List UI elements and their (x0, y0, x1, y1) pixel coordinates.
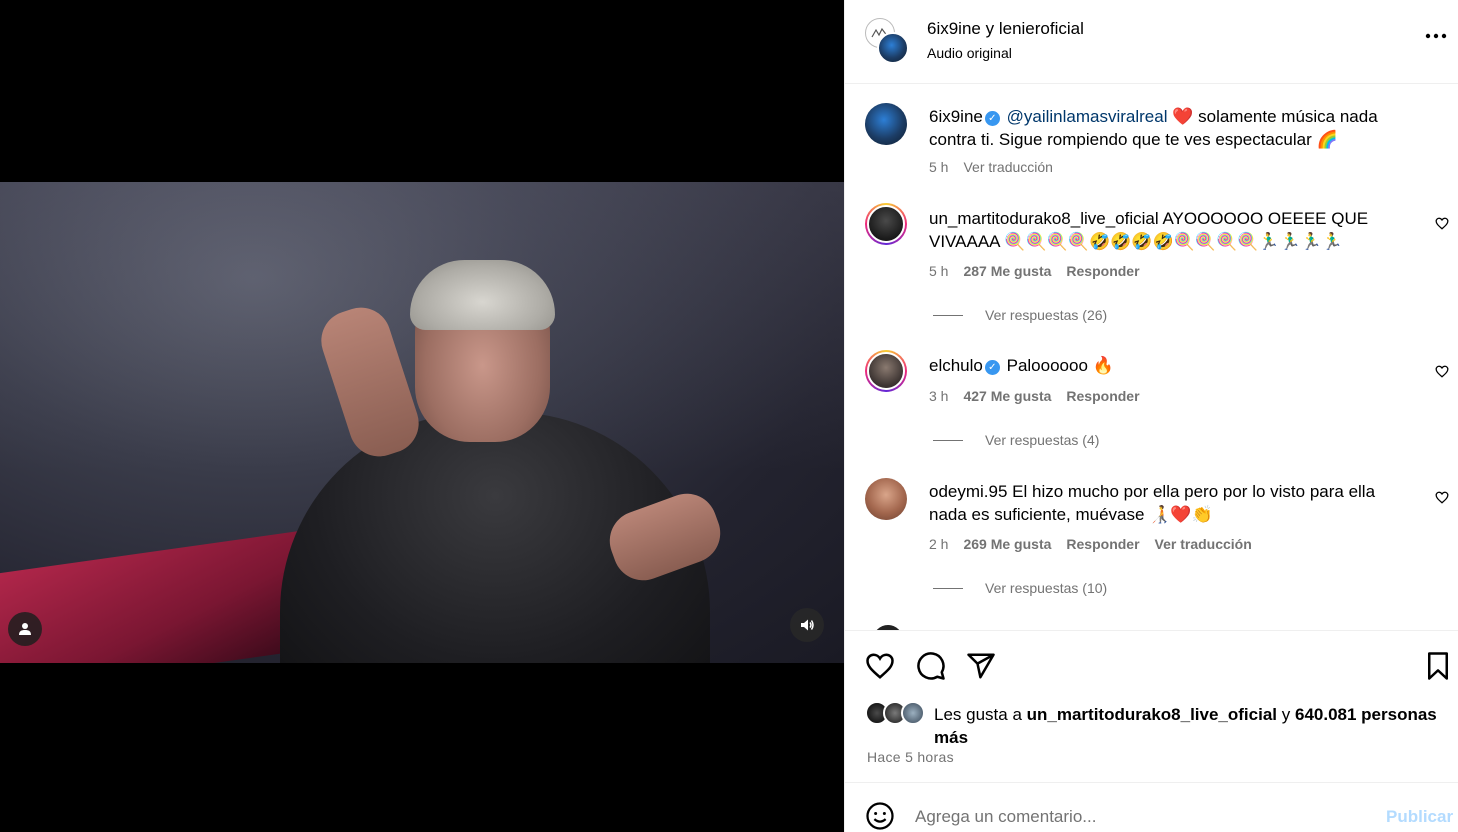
comment-text: elchulo ✓ Paloooooo 🔥 (929, 354, 1409, 377)
send-icon (967, 653, 995, 679)
reel-video[interactable] (0, 182, 844, 663)
comment-meta: 2 h 269 Me gusta Responder Ver traducció… (929, 536, 1252, 552)
view-replies[interactable]: Ver respuestas (4) (933, 432, 1099, 448)
speaker-icon (801, 619, 814, 631)
video-person (240, 242, 729, 663)
caption-avatar[interactable] (865, 103, 907, 145)
view-replies-label: Ver respuestas (26) (985, 307, 1108, 323)
post-time[interactable]: Hace 5 horas (867, 749, 954, 765)
video-hair (410, 260, 555, 330)
save-button[interactable] (1423, 651, 1453, 681)
publish-button[interactable]: Publicar (1386, 807, 1453, 827)
comment-reply[interactable]: Responder (1066, 388, 1139, 404)
liker-avatar[interactable] (901, 701, 925, 725)
comment-avatar[interactable] (865, 478, 907, 520)
caption-username[interactable]: 6ix9ine (929, 107, 983, 126)
author-2[interactable]: lenieroficial (999, 19, 1084, 38)
comment-body: Paloooooo 🔥 (1006, 356, 1114, 375)
comment-like-button[interactable] (1435, 365, 1451, 381)
more-icon (1425, 33, 1447, 39)
comment-text: odeymi.95 El hizo mucho por ella pero po… (929, 480, 1409, 526)
likes-summary[interactable]: Les gusta a un_martitodurako8_live_ofici… (934, 703, 1454, 749)
comment-reply[interactable]: Responder (1066, 263, 1139, 279)
emoji-icon (866, 802, 894, 830)
comment-like-button[interactable] (1435, 217, 1451, 233)
verified-icon: ✓ (984, 111, 1000, 126)
heart-emoji: ❤️ (1172, 107, 1194, 126)
comment-avatar[interactable] (865, 203, 907, 245)
comment-avatar[interactable] (865, 350, 907, 392)
post-actions: Les gusta a un_martitodurako8_live_ofici… (845, 630, 1458, 782)
view-replies[interactable]: Ver respuestas (26) (933, 307, 1107, 323)
heart-icon (1435, 365, 1449, 378)
author-joiner: y (985, 19, 995, 38)
heart-icon (1435, 217, 1449, 230)
comment-time[interactable]: 2 h (929, 536, 948, 552)
user-icon (19, 623, 31, 635)
caption-mention[interactable]: @yailinlamasviralreal (1007, 107, 1168, 126)
replies-line (933, 587, 963, 589)
comment-translate[interactable]: Ver traducción (1155, 536, 1252, 552)
comment-username[interactable]: odeymi.95 (929, 482, 1007, 501)
comment-reply[interactable]: Responder (1066, 536, 1139, 552)
author-1[interactable]: 6ix9ine (927, 19, 981, 38)
comment-time[interactable]: 5 h (929, 263, 948, 279)
comments-list[interactable]: 6ix9ine ✓ @yailinlamasviralreal ❤️ solame… (845, 85, 1458, 630)
post-panel: 6ix9ine y lenieroficial Audio original 6… (844, 0, 1458, 832)
caption-text: 6ix9ine ✓ @yailinlamasviralreal ❤️ solame… (929, 105, 1409, 151)
likes-user[interactable]: un_martitodurako8_live_oficial (1027, 705, 1277, 724)
comment-like-button[interactable] (1435, 491, 1451, 507)
rainbow-emoji: 🌈 (1316, 130, 1338, 149)
heart-icon (866, 653, 894, 679)
collab-avatars[interactable] (865, 18, 911, 64)
comment-text: un_martitodurako8_live_oficial AYOOOOOO … (929, 207, 1409, 253)
view-replies-label: Ver respuestas (10) (985, 580, 1108, 596)
comment-button[interactable] (916, 651, 946, 681)
audio-label[interactable]: Audio original (927, 45, 1012, 61)
tagged-users-button[interactable] (8, 612, 42, 646)
caption-translate[interactable]: Ver traducción (963, 159, 1053, 175)
post-authors[interactable]: 6ix9ine y lenieroficial (927, 19, 1084, 39)
comment-likes[interactable]: 427 Me gusta (963, 388, 1051, 404)
media-pane (0, 0, 844, 832)
add-comment-bar: Publicar (845, 782, 1458, 832)
likes-joiner: y (1281, 705, 1291, 724)
caption-time[interactable]: 5 h (929, 159, 948, 175)
replies-line (933, 439, 963, 441)
more-options-button[interactable] (1421, 28, 1451, 52)
comment-likes[interactable]: 269 Me gusta (963, 536, 1051, 552)
comment-username[interactable]: elchulo (929, 356, 983, 375)
video-hand (313, 299, 427, 465)
mute-button[interactable] (790, 608, 824, 642)
view-replies-label: Ver respuestas (4) (985, 432, 1100, 448)
share-button[interactable] (966, 651, 996, 681)
likes-prefix: Les gusta a (934, 705, 1022, 724)
verified-icon: ✓ (984, 360, 1000, 375)
comment-time[interactable]: 3 h (929, 388, 948, 404)
replies-line (933, 314, 963, 316)
comment-meta: 3 h 427 Me gusta Responder (929, 388, 1140, 404)
comment-meta: 5 h 287 Me gusta Responder (929, 263, 1140, 279)
comment-icon (917, 652, 945, 680)
comment-likes[interactable]: 287 Me gusta (963, 263, 1051, 279)
comment-input[interactable] (915, 807, 1355, 827)
caption-meta: 5 h Ver traducción (929, 159, 1053, 175)
like-button[interactable] (865, 651, 895, 681)
post-header: 6ix9ine y lenieroficial Audio original (845, 0, 1458, 84)
heart-icon (1435, 491, 1449, 504)
view-replies[interactable]: Ver respuestas (10) (933, 580, 1107, 596)
bookmark-icon (1428, 652, 1448, 680)
emoji-button[interactable] (865, 801, 895, 831)
avatar-lenieroficial[interactable] (877, 32, 909, 64)
comment-username[interactable]: un_martitodurako8_live_oficial (929, 209, 1159, 228)
